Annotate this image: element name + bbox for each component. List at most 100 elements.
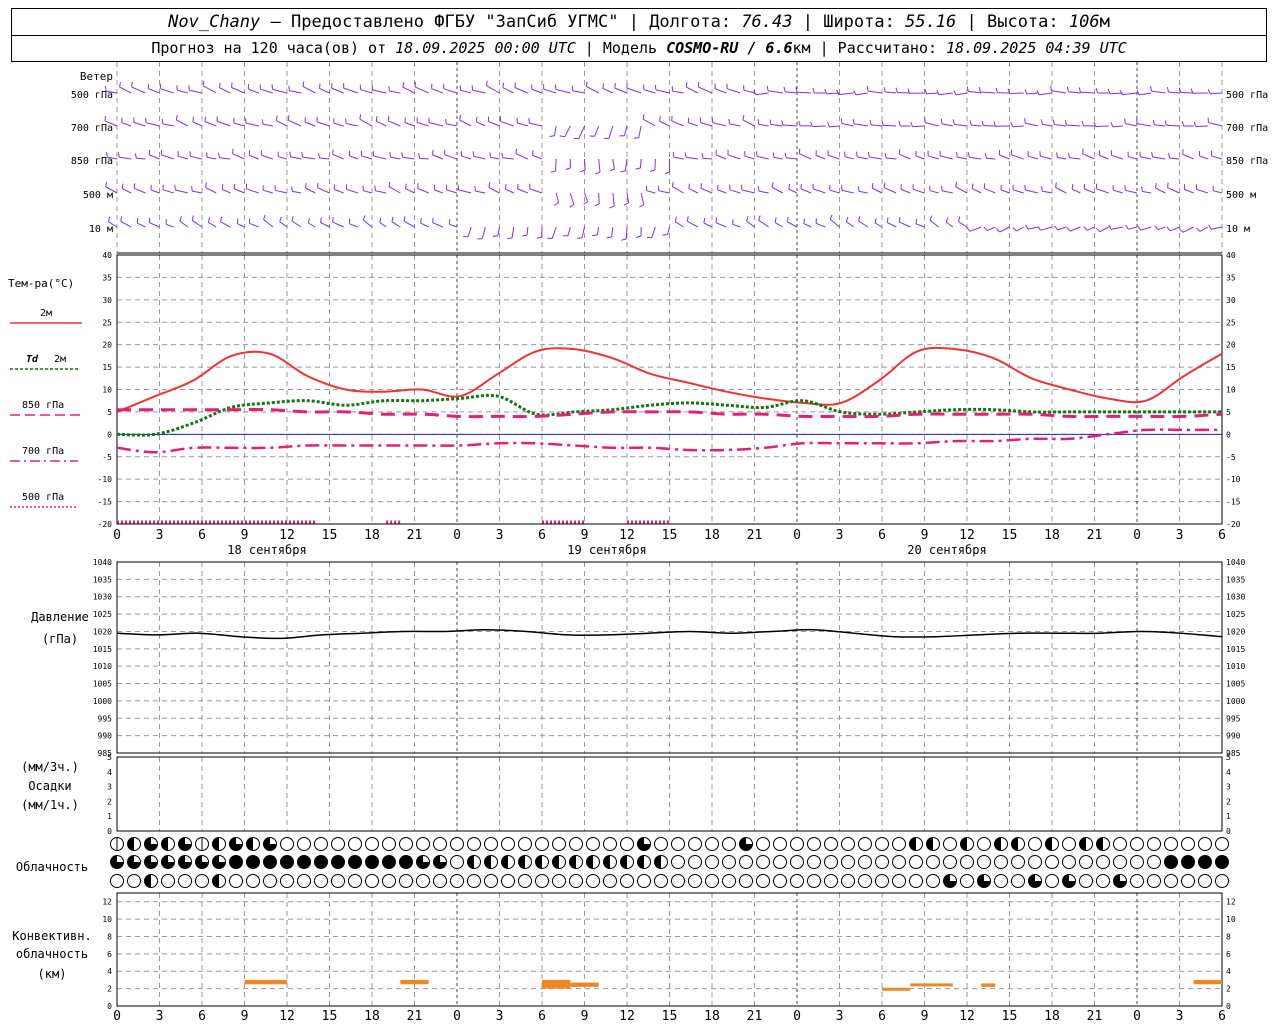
wind-barb <box>1057 226 1067 231</box>
series-t850 <box>117 408 1223 419</box>
wind-barb <box>1012 125 1024 128</box>
cloud-fill <box>382 855 396 869</box>
wind-barb <box>688 122 699 127</box>
wind-barb <box>1137 123 1152 127</box>
wind-barb <box>120 220 132 228</box>
wind-barb-feather <box>332 217 334 223</box>
legend-td-symbol: Td <box>26 354 39 365</box>
cloud-symbol <box>807 855 821 869</box>
cloud-symbol <box>739 855 753 869</box>
cloud-symbol <box>756 874 770 888</box>
precip-title: Осадки <box>28 779 71 793</box>
pressure-ytick-right: 1010 <box>1226 662 1245 671</box>
cloud-symbol <box>1164 837 1178 851</box>
wind-barb <box>1139 92 1152 96</box>
wind-barb-feather <box>684 152 687 158</box>
wind-barb <box>1027 226 1038 230</box>
temp-ytick: 25 <box>102 318 112 327</box>
temp-ytick: 35 <box>102 273 112 282</box>
cloud-symbol <box>824 837 838 851</box>
wind-barb <box>700 187 713 194</box>
conv-ytick: 6 <box>107 950 112 959</box>
cloud-symbol <box>1062 837 1076 851</box>
wind-barb-feather <box>106 152 108 158</box>
hour-tick: 3 <box>836 528 844 543</box>
wind-barb <box>1069 157 1081 160</box>
cloud-symbol <box>1079 855 1093 869</box>
wind-barb-feather <box>388 86 390 92</box>
wind-barb <box>572 90 585 94</box>
wind-barb <box>402 86 415 94</box>
wind-barb-feather <box>1179 228 1184 233</box>
wind-barb-feather <box>1041 186 1043 192</box>
wind-barb <box>1199 155 1209 160</box>
wind-barb <box>651 226 656 238</box>
precip-ytick-right: 2 <box>1226 797 1231 806</box>
wind-barb <box>555 88 571 94</box>
wind-barb <box>1099 154 1109 160</box>
wind-barb <box>812 188 826 194</box>
cloud-symbol <box>484 874 498 888</box>
wind-barb <box>291 220 302 228</box>
wind-barb-feather <box>402 82 405 88</box>
wind-barb-feather <box>688 183 690 189</box>
cloud-symbol <box>1096 874 1110 888</box>
conv-ytick: 0 <box>107 1002 112 1011</box>
pressure-ytick: 1015 <box>93 645 112 654</box>
cloud-symbol <box>824 874 838 888</box>
wind-barb <box>490 156 500 160</box>
wind-barb-feather <box>1054 225 1059 231</box>
wind-barb <box>1111 154 1123 160</box>
wind-barb <box>1042 190 1053 194</box>
wind-barb <box>729 123 741 127</box>
wind-barb <box>1042 123 1053 127</box>
wind-barb <box>897 92 911 94</box>
wind-barb <box>598 192 600 205</box>
day-label: 19 сентября <box>567 543 646 557</box>
temp-ytick-right: 35 <box>1226 273 1236 282</box>
cloud-symbol <box>960 874 974 888</box>
cloud-symbol <box>501 837 515 851</box>
wind-barb-feather <box>742 114 745 120</box>
cloud-symbol <box>943 855 957 869</box>
wind-barb-feather <box>956 152 958 158</box>
wind-barb-feather <box>697 81 700 87</box>
wind-barb-feather <box>1068 152 1070 158</box>
wind-barb <box>420 222 429 228</box>
cloud-symbol <box>892 874 906 888</box>
wind-barb-feather <box>208 217 211 223</box>
cloud-symbol <box>1011 855 1025 869</box>
hour-tick: 9 <box>581 528 589 543</box>
cloud-fill <box>297 855 311 869</box>
cloud-fill <box>161 837 168 851</box>
cloud-symbol <box>909 874 923 888</box>
cloud-symbol <box>280 874 294 888</box>
wind-barb-feather <box>522 234 528 237</box>
cloud-symbol <box>705 874 719 888</box>
cloud-symbol <box>637 874 651 888</box>
wind-barb <box>1167 187 1180 194</box>
cloud-symbol <box>909 855 923 869</box>
cloud-symbol <box>280 837 294 851</box>
wind-barb <box>1180 92 1194 94</box>
wind-barb-feather <box>515 148 517 154</box>
wind-barb <box>612 158 615 169</box>
wind-barb-feather <box>291 186 293 192</box>
wind-barb <box>659 120 670 127</box>
wind-barb-feather <box>471 85 474 91</box>
wind-barb-feather <box>179 216 182 222</box>
wind-barb <box>317 187 330 194</box>
wind-barb-feather <box>554 202 559 206</box>
cloud-fill <box>586 855 593 869</box>
wind-barb <box>379 221 387 228</box>
wind-barb-feather <box>803 218 805 224</box>
wind-barb <box>717 189 727 194</box>
wind-barb <box>1054 124 1067 127</box>
wind-barb-feather <box>1125 224 1129 230</box>
wind-barb-feather <box>1066 226 1071 232</box>
wind-barb <box>926 92 939 95</box>
wind-barb <box>236 223 245 228</box>
wind-barb-feather <box>576 237 583 239</box>
wind-barb <box>219 87 231 94</box>
wind-barb <box>131 86 146 94</box>
